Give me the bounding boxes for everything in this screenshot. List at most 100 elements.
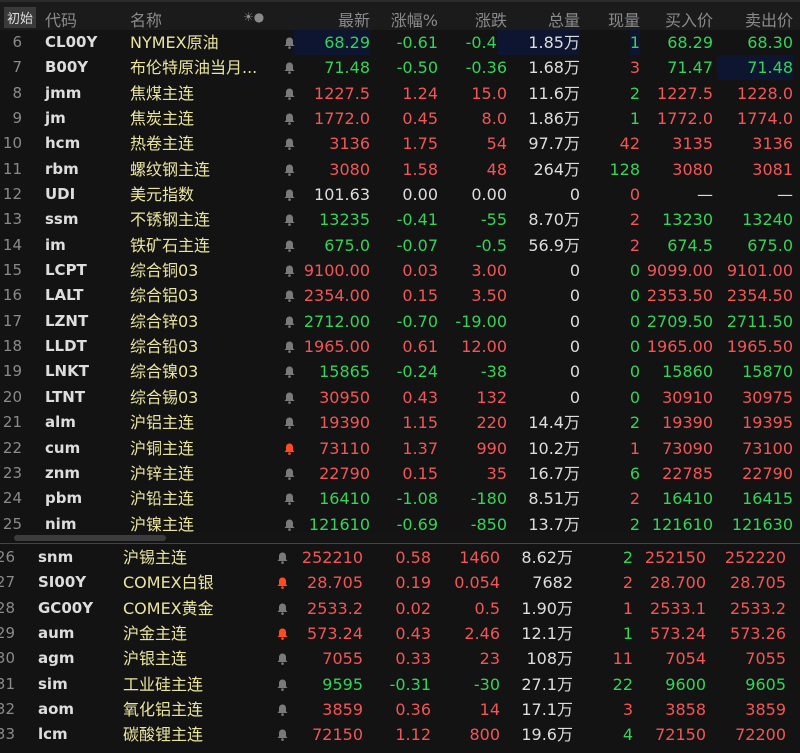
horizontal-scrollbar[interactable] bbox=[0, 533, 800, 544]
table-row[interactable]: 8 jmm 焦煤主连 1227.5 1.24 15.0 11.6万 2 1227.5 1228.0 bbox=[0, 81, 800, 106]
bell-alert-icon[interactable] bbox=[284, 113, 295, 125]
table-row[interactable]: 19 LNKT 综合镍03 15865 -0.24 -38 0 0 15860 15870 bbox=[0, 359, 800, 384]
cell-bid: 30910 bbox=[662, 387, 713, 407]
table-row[interactable]: 6 CL00Y NYMEX原油 68.29 -0.61 -0.42 1.85万 1 68.29 6… bbox=[0, 30, 800, 55]
col-last[interactable]: 最新 bbox=[338, 7, 370, 31]
col-cur[interactable]: 现量 bbox=[608, 7, 640, 31]
bell-alert-icon[interactable] bbox=[284, 37, 295, 49]
cell-name: 不锈钢主连 bbox=[130, 210, 211, 230]
cell-vol: 1.90万 bbox=[521, 598, 573, 618]
cell-ask: 1228.0 bbox=[737, 83, 793, 103]
bell-alert-icon[interactable] bbox=[284, 88, 295, 100]
cell-code: im bbox=[45, 235, 66, 254]
cell-name: 综合锡03 bbox=[130, 387, 199, 407]
bell-alert-icon[interactable] bbox=[277, 603, 288, 615]
table-row[interactable]: 18 LLDT 综合铅03 1965.00 0.61 12.00 0 0 1965.00 1965… bbox=[0, 334, 800, 359]
bell-alert-icon[interactable] bbox=[284, 519, 295, 531]
bell-alert-icon[interactable] bbox=[284, 417, 295, 430]
table-row[interactable]: 21 alm 沪铝主连 19390 1.15 220 14.4万 2 19390 19395 bbox=[0, 410, 800, 435]
cell-vol: 0 bbox=[569, 337, 580, 357]
table-row[interactable]: 24 pbm 沪铅主连 16410 -1.08 -180 8.51万 2 16410 16415 bbox=[0, 486, 800, 511]
cell-code: aom bbox=[38, 700, 75, 719]
table-row[interactable]: 26 snm 沪锡主连 252210 0.58 1460 8.62万 2 252150 25222… bbox=[0, 545, 800, 570]
col-code[interactable]: 代码 bbox=[45, 7, 77, 31]
table-row[interactable]: 33 lcm 碳酸锂主连 72150 1.12 800 19.6万 4 72150 72200 bbox=[0, 722, 800, 747]
table-row[interactable]: 31 sim 工业硅主连 9595 -0.31 -30 27.1万 22 9600 9605 bbox=[0, 672, 800, 697]
cell-code: ssm bbox=[45, 210, 79, 229]
cell-chg: 35 bbox=[486, 463, 507, 483]
table-row[interactable]: 15 LCPT 综合铜03 9100.00 0.03 3.00 0 0 9099.00 9101.… bbox=[0, 258, 800, 283]
cell-ask: 72200 bbox=[735, 725, 786, 745]
cell-code: UDI bbox=[45, 185, 76, 204]
cell-num: 27 bbox=[0, 573, 15, 592]
bell-alert-icon[interactable] bbox=[284, 443, 295, 455]
bell-alert-icon[interactable] bbox=[284, 164, 295, 176]
cell-pct: -0.07 bbox=[396, 235, 438, 255]
table-row[interactable]: 7 B00Y 布伦特原油当月... 71.48 -0.50 -0.36 1.68万 3 71.4… bbox=[0, 55, 800, 81]
cell-bid: 22785 bbox=[662, 463, 713, 483]
col-vol[interactable]: 总量 bbox=[548, 7, 580, 31]
bell-alert-icon[interactable] bbox=[277, 729, 288, 742]
table-row[interactable]: 23 znm 沪锌主连 22790 0.15 35 16.7万 6 22785 22790 bbox=[0, 461, 800, 486]
col-bid[interactable]: 买入价 bbox=[665, 7, 713, 31]
cell-chg: 48 bbox=[486, 159, 507, 179]
table-row[interactable]: 29 aum 沪金主连 573.24 0.43 2.46 12.1万 1 573.24 573.2… bbox=[0, 621, 800, 646]
bell-alert-icon[interactable] bbox=[284, 189, 295, 201]
cell-chg: 8.0 bbox=[481, 109, 507, 129]
cell-vol: 8.62万 bbox=[521, 548, 573, 567]
cell-num: 6 bbox=[12, 33, 22, 51]
cell-pct: 1.12 bbox=[395, 725, 431, 745]
bell-alert-icon[interactable] bbox=[284, 366, 295, 379]
table-row[interactable]: 22 cum 沪铜主连 73110 1.37 990 10.2万 1 73090 73100 bbox=[0, 436, 800, 461]
scrollbar-thumb[interactable] bbox=[14, 535, 166, 541]
cell-chg: 54 bbox=[486, 134, 507, 154]
cell-last: 2712.00 bbox=[303, 311, 370, 331]
bell-alert-icon[interactable] bbox=[277, 704, 288, 716]
table-row[interactable]: 16 LALT 综合铝03 2354.00 0.15 3.50 0 0 2353.50 2354.… bbox=[0, 283, 800, 308]
bell-alert-icon[interactable] bbox=[284, 316, 295, 328]
bell-alert-icon[interactable] bbox=[284, 214, 295, 227]
table-row[interactable]: 30 agm 沪银主连 7055 0.33 23 108万 11 7054 7055 bbox=[0, 646, 800, 671]
cell-last: 252210 bbox=[301, 548, 363, 567]
cell-bid: 2533.1 bbox=[650, 598, 706, 618]
col-ask[interactable]: 卖出价 bbox=[745, 7, 793, 31]
bell-alert-icon[interactable] bbox=[284, 265, 295, 277]
bell-alert-icon[interactable] bbox=[284, 62, 295, 75]
table-row[interactable]: 12 UDI 美元指数 101.63 0.00 0.00 0 0 — — bbox=[0, 182, 800, 207]
cell-pct: 0.33 bbox=[395, 649, 431, 669]
table-row[interactable]: 32 aom 氧化铝主连 3859 0.36 14 17.1万 3 3858 3859 bbox=[0, 697, 800, 722]
col-name[interactable]: 名称 bbox=[130, 7, 162, 31]
bell-alert-icon[interactable] bbox=[277, 679, 288, 691]
bell-alert-icon[interactable] bbox=[284, 341, 295, 354]
table-row[interactable]: 9 jm 焦炭主连 1772.0 0.45 8.0 1.86万 1 1772.0 1774.0 bbox=[0, 106, 800, 131]
cell-chg: -19.00 bbox=[455, 311, 507, 331]
table-row[interactable]: 20 LTNT 综合锡03 30950 0.43 132 0 0 30910 30975 bbox=[0, 385, 800, 410]
bell-alert-icon[interactable] bbox=[277, 628, 288, 640]
table-row[interactable]: 27 SI00Y COMEX白银 28.705 0.19 0.054 7682 2 28.700… bbox=[0, 570, 800, 595]
table-row[interactable]: 17 LZNT 综合锌03 2712.00 -0.70 -19.00 0 0 2709.50 27… bbox=[0, 309, 800, 334]
bell-alert-icon[interactable] bbox=[277, 653, 288, 666]
bell-alert-icon[interactable] bbox=[284, 138, 295, 151]
cell-name: 美元指数 bbox=[130, 185, 195, 205]
table-row[interactable]: 28 GC00Y COMEX黄金 2533.2 0.02 0.5 1.90万 1 2533.1 2… bbox=[0, 596, 800, 621]
cell-cur: 42 bbox=[619, 134, 640, 154]
cell-last: 675.0 bbox=[324, 235, 370, 255]
bell-alert-icon[interactable] bbox=[277, 552, 288, 564]
table-row[interactable]: 13 ssm 不锈钢主连 13235 -0.41 -55 8.70万 2 13230 13240 bbox=[0, 207, 800, 232]
cell-pct: 0.43 bbox=[395, 624, 431, 644]
sun-dot-icon[interactable]: ☀● bbox=[243, 10, 264, 24]
cell-code: LALT bbox=[45, 286, 84, 305]
bell-alert-icon[interactable] bbox=[277, 577, 288, 590]
bell-alert-icon[interactable] bbox=[284, 240, 295, 252]
bell-alert-icon[interactable] bbox=[284, 392, 295, 404]
table-row[interactable]: 10 hcm 热卷主连 3136 1.75 54 97.7万 42 3135 3136 bbox=[0, 131, 800, 156]
bell-alert-icon[interactable] bbox=[284, 493, 295, 506]
init-button[interactable]: 初始 bbox=[4, 7, 37, 28]
col-pct[interactable]: 涨幅% bbox=[391, 7, 438, 31]
table-row[interactable]: 11 rbm 螺纹钢主连 3080 1.58 48 264万 128 3080 3081 bbox=[0, 157, 800, 182]
table-row[interactable]: 14 im 铁矿石主连 675.0 -0.07 -0.5 56.9万 2 674.5 675.0 bbox=[0, 233, 800, 258]
bell-alert-icon[interactable] bbox=[284, 468, 295, 480]
bell-alert-icon[interactable] bbox=[284, 290, 295, 303]
cell-last: 71.48 bbox=[324, 58, 370, 78]
col-chg[interactable]: 涨跌 bbox=[475, 7, 507, 31]
